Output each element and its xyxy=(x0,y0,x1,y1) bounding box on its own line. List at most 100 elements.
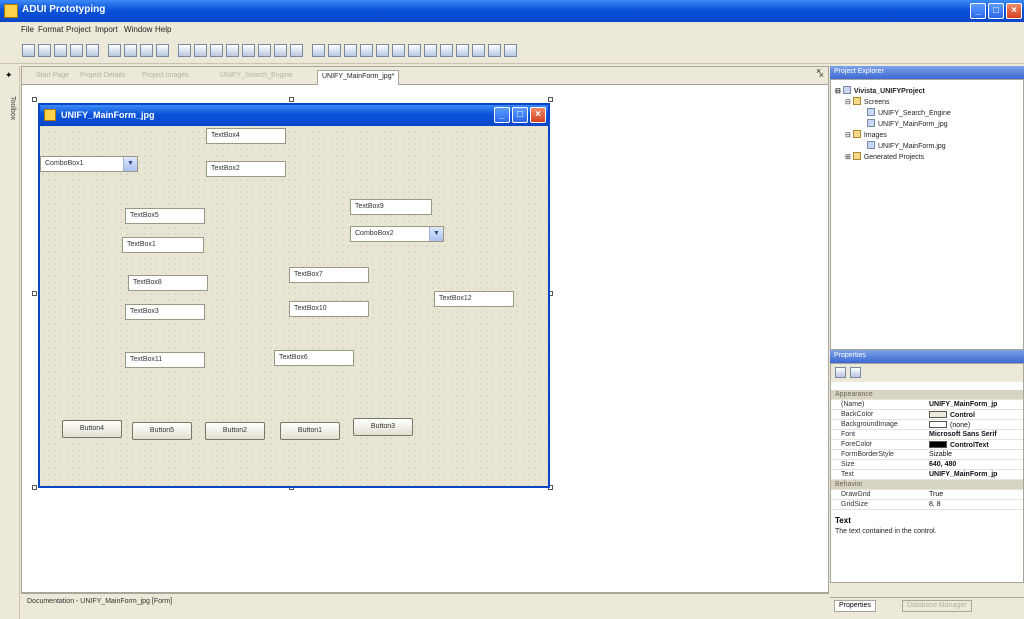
redo-icon[interactable] xyxy=(156,44,169,57)
tree-node-images[interactable]: ⊟ Images xyxy=(845,130,887,139)
menu-project[interactable]: Project xyxy=(66,25,91,34)
paste-icon[interactable] xyxy=(124,44,137,57)
prop-row-size[interactable]: Size 640, 480 xyxy=(831,460,1023,470)
textbox6[interactable]: TextBox6 xyxy=(274,350,354,366)
undo-icon[interactable] xyxy=(140,44,153,57)
image-swatch xyxy=(929,421,947,428)
menu-format[interactable]: Format xyxy=(38,25,63,34)
tab-mainform[interactable]: UNIFY_MainForm_jpg* xyxy=(317,70,400,85)
prop-row-name[interactable]: (Name) UNIFY_MainForm_jp xyxy=(831,400,1023,410)
send-back-icon[interactable] xyxy=(376,44,389,57)
textbox7[interactable]: TextBox7 xyxy=(289,267,369,283)
zoom-icon[interactable] xyxy=(440,44,453,57)
open-icon[interactable] xyxy=(38,44,51,57)
button2[interactable]: Button2 xyxy=(205,422,265,440)
prop-row-text[interactable]: Text UNIFY_MainForm_jp xyxy=(831,470,1023,480)
prop-row-font[interactable]: Font Microsoft Sans Serif xyxy=(831,430,1023,440)
resize-handle[interactable] xyxy=(289,97,294,102)
export-icon[interactable] xyxy=(488,44,501,57)
prop-row-drawgrid[interactable]: DrawGrid True xyxy=(831,490,1023,500)
minimize-button[interactable]: _ xyxy=(970,3,986,19)
textbox9[interactable]: TextBox9 xyxy=(350,199,432,215)
tab-start-page[interactable]: Start Page xyxy=(36,72,69,79)
menu-window[interactable]: Window xyxy=(124,25,152,34)
button5[interactable]: Button5 xyxy=(132,422,192,440)
lock-icon[interactable] xyxy=(408,44,421,57)
tree-node-image[interactable]: UNIFY_MainForm.jpg xyxy=(867,141,946,150)
resize-handle[interactable] xyxy=(32,291,37,296)
align-center-icon[interactable] xyxy=(194,44,207,57)
textbox1[interactable]: TextBox1 xyxy=(122,237,204,253)
align-bottom-icon[interactable] xyxy=(258,44,271,57)
maximize-button[interactable]: □ xyxy=(988,3,1004,19)
tab-database-manager[interactable]: Database Manager xyxy=(902,600,972,612)
button4[interactable]: Button4 xyxy=(62,420,122,438)
tree-node-generated[interactable]: ⊞ Generated Projects xyxy=(845,152,924,161)
combobox1-value: ComboBox1 xyxy=(45,160,84,167)
tab-project-details[interactable]: Project Details xyxy=(80,72,125,79)
design-form[interactable]: UNIFY_MainForm_jpg _ □ × TextBox4 TextBo… xyxy=(38,103,550,488)
tab-properties[interactable]: Properties xyxy=(834,600,876,612)
same-size-icon[interactable] xyxy=(312,44,325,57)
button3[interactable]: Button3 xyxy=(353,418,413,436)
textbox8[interactable]: TextBox8 xyxy=(128,275,208,291)
close-pane-icon[interactable]: × xyxy=(816,66,821,76)
prop-category-behavior[interactable]: Behavior xyxy=(831,480,1023,490)
chevron-down-icon[interactable]: ▼ xyxy=(123,157,137,171)
pin-icon[interactable]: ✦ xyxy=(5,70,13,81)
bring-front-icon[interactable] xyxy=(360,44,373,57)
close-button[interactable]: × xyxy=(1006,3,1022,19)
tab-search-engine[interactable]: UNIFY_Search_Engine xyxy=(220,72,293,79)
combobox1[interactable]: ComboBox1 ▼ xyxy=(40,156,138,172)
chevron-down-icon[interactable]: ▼ xyxy=(429,227,443,241)
order-icon[interactable] xyxy=(392,44,405,57)
textbox2[interactable]: TextBox2 xyxy=(206,161,286,177)
run-icon[interactable] xyxy=(472,44,485,57)
copy-icon[interactable] xyxy=(108,44,121,57)
prop-row-formborderstyle[interactable]: FormBorderStyle Sizable xyxy=(831,450,1023,460)
textbox10[interactable]: TextBox10 xyxy=(289,301,369,317)
same-height-icon[interactable] xyxy=(290,44,303,57)
textbox11[interactable]: TextBox11 xyxy=(125,352,205,368)
resize-handle[interactable] xyxy=(32,97,37,102)
save-all-icon[interactable] xyxy=(70,44,83,57)
align-top-icon[interactable] xyxy=(226,44,239,57)
prop-row-backgroundimage[interactable]: BackgroundImage (none) xyxy=(831,420,1023,430)
new-icon[interactable] xyxy=(22,44,35,57)
align-left-icon[interactable] xyxy=(178,44,191,57)
toolbox-tab[interactable]: Toolbox xyxy=(4,96,16,136)
tree-node-root[interactable]: ⊟ Vivista_UNIFYProject xyxy=(835,86,925,95)
resize-handle[interactable] xyxy=(32,485,37,490)
textbox12[interactable]: TextBox12 xyxy=(434,291,514,307)
prop-row-gridsize[interactable]: GridSize 8, 8 xyxy=(831,500,1023,510)
tree-node-screens[interactable]: ⊟ Screens xyxy=(845,97,890,106)
align-middle-icon[interactable] xyxy=(242,44,255,57)
textbox5[interactable]: TextBox5 xyxy=(125,208,205,224)
resize-handle[interactable] xyxy=(548,97,553,102)
combobox2[interactable]: ComboBox2 ▼ xyxy=(350,226,444,242)
preview-icon[interactable] xyxy=(456,44,469,57)
spacing-icon[interactable] xyxy=(344,44,357,57)
right-pane: × Project Explorer ⊟ Vivista_UNIFYProjec… xyxy=(816,66,1024,619)
grid-icon[interactable] xyxy=(328,44,341,57)
alphabetical-icon[interactable] xyxy=(850,367,861,378)
button1[interactable]: Button1 xyxy=(280,422,340,440)
align-right-icon[interactable] xyxy=(210,44,223,57)
save-icon[interactable] xyxy=(54,44,67,57)
menu-file[interactable]: File xyxy=(21,25,34,34)
prop-row-forecolor[interactable]: ForeColor ControlText xyxy=(831,440,1023,450)
tab-order-icon[interactable] xyxy=(424,44,437,57)
tree-node-screen-mainform[interactable]: UNIFY_MainForm_jpg xyxy=(867,119,948,128)
cut-icon[interactable] xyxy=(86,44,99,57)
tree-node-screen-search[interactable]: UNIFY_Search_Engine xyxy=(867,108,951,117)
tab-project-images[interactable]: Project Images xyxy=(142,72,189,79)
settings-icon[interactable] xyxy=(504,44,517,57)
prop-category-appearance[interactable]: Appearance xyxy=(831,390,1023,400)
prop-row-backcolor[interactable]: BackColor Control xyxy=(831,410,1023,420)
textbox4[interactable]: TextBox4 xyxy=(206,128,286,144)
textbox3[interactable]: TextBox3 xyxy=(125,304,205,320)
menu-help[interactable]: Help xyxy=(155,25,171,34)
menu-import[interactable]: Import xyxy=(95,25,118,34)
categorized-icon[interactable] xyxy=(835,367,846,378)
same-width-icon[interactable] xyxy=(274,44,287,57)
